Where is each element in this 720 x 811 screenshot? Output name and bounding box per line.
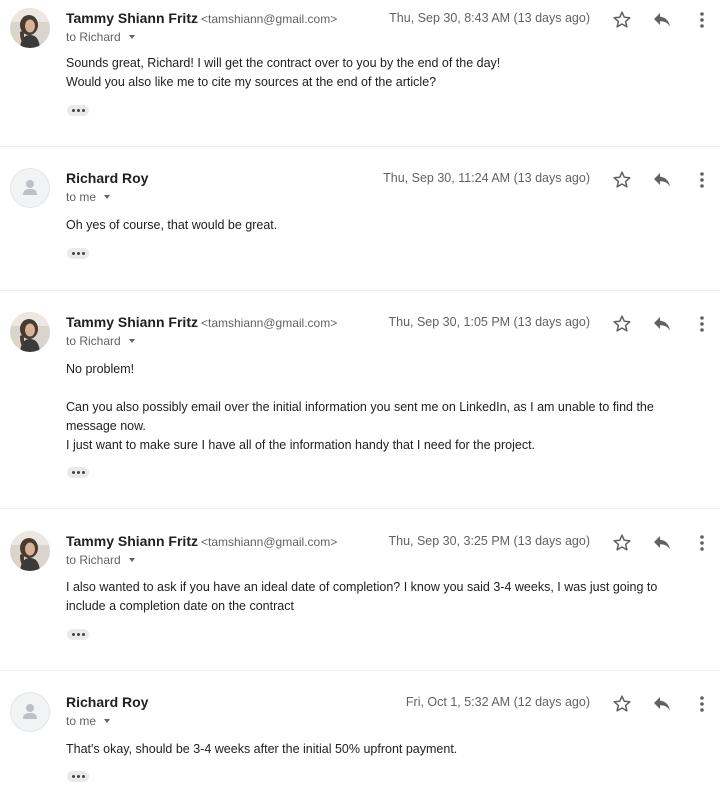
body-paragraph: No problem! <box>66 362 135 376</box>
sender-email: <tamshiann@gmail.com> <box>200 535 338 549</box>
star-icon[interactable] <box>612 314 632 334</box>
recipient-label: to me <box>66 190 97 204</box>
message-date: Thu, Sep 30, 8:43 AM (13 days ago) <box>389 11 590 25</box>
recipient-details-toggle[interactable]: to Richard <box>66 553 135 567</box>
message-body: That's okay, should be 3-4 weeks after t… <box>66 740 696 759</box>
star-icon[interactable] <box>612 533 632 553</box>
chevron-down-icon <box>104 195 111 199</box>
sender-email: <tamshiann@gmail.com> <box>200 316 338 330</box>
body-paragraph: Can you also possibly email over the ini… <box>66 400 654 433</box>
recipient-details-toggle[interactable]: to Richard <box>66 334 135 348</box>
message-body: I also wanted to ask if you have an idea… <box>66 578 696 616</box>
avatar[interactable] <box>10 312 50 352</box>
sender-name: Richard Roy <box>66 694 149 710</box>
more-vert-icon[interactable] <box>696 533 708 553</box>
recipient-details-toggle[interactable]: to me <box>66 190 111 204</box>
divider <box>0 508 720 509</box>
divider <box>0 670 720 671</box>
recipient-label: to Richard <box>66 30 121 44</box>
message-date: Thu, Sep 30, 11:24 AM (13 days ago) <box>383 171 590 185</box>
reply-icon[interactable] <box>652 535 672 551</box>
more-vert-icon[interactable] <box>696 694 708 714</box>
recipient-label: to Richard <box>66 553 121 567</box>
body-paragraph: I just want to make sure I have all of t… <box>66 438 536 452</box>
more-vert-icon[interactable] <box>696 170 708 190</box>
recipient-details-toggle[interactable]: to Richard <box>66 30 135 44</box>
body-paragraph: That's okay, should be 3-4 weeks after t… <box>66 742 458 756</box>
reply-icon[interactable] <box>652 12 672 28</box>
chevron-down-icon <box>104 719 111 723</box>
show-trimmed-content-icon[interactable] <box>67 105 89 116</box>
message-date: Fri, Oct 1, 5:32 AM (12 days ago) <box>405 695 590 709</box>
sender-name: Tammy Shiann Fritz <box>66 314 198 330</box>
sender: Tammy Shiann Fritz <tamshiann@gmail.com> <box>66 533 337 549</box>
chevron-down-icon <box>128 558 135 562</box>
show-trimmed-content-icon[interactable] <box>67 467 89 478</box>
recipient-label: to Richard <box>66 334 121 348</box>
message-body: Oh yes of course, that would be great. <box>66 216 696 235</box>
avatar[interactable] <box>10 692 50 732</box>
sender-name: Tammy Shiann Fritz <box>66 10 198 26</box>
message-date: Thu, Sep 30, 3:25 PM (13 days ago) <box>388 534 590 548</box>
sender: Richard Roy <box>66 170 148 186</box>
recipient-details-toggle[interactable]: to me <box>66 714 111 728</box>
body-paragraph: Oh yes of course, that would be great. <box>66 218 278 232</box>
divider <box>0 146 720 147</box>
message-body: No problem! Can you also possibly email … <box>66 360 696 455</box>
sender-name: Tammy Shiann Fritz <box>66 533 198 549</box>
sender-email: <tamshiann@gmail.com> <box>200 12 338 26</box>
avatar[interactable] <box>10 531 50 571</box>
reply-icon[interactable] <box>652 172 672 188</box>
reply-icon[interactable] <box>652 696 672 712</box>
chevron-down-icon <box>128 35 135 39</box>
body-paragraph: Sounds great, Richard! I will get the co… <box>66 56 501 70</box>
show-trimmed-content-icon[interactable] <box>67 771 89 782</box>
avatar[interactable] <box>10 8 50 48</box>
message-date: Thu, Sep 30, 1:05 PM (13 days ago) <box>388 315 590 329</box>
reply-icon[interactable] <box>652 316 672 332</box>
more-vert-icon[interactable] <box>696 10 708 30</box>
recipient-label: to me <box>66 714 97 728</box>
show-trimmed-content-icon[interactable] <box>67 248 89 259</box>
divider <box>0 290 720 291</box>
body-paragraph: Would you also like me to cite my source… <box>66 75 437 89</box>
star-icon[interactable] <box>612 10 632 30</box>
star-icon[interactable] <box>612 170 632 190</box>
more-vert-icon[interactable] <box>696 314 708 334</box>
sender: Tammy Shiann Fritz <tamshiann@gmail.com> <box>66 10 337 26</box>
sender-name: Richard Roy <box>66 170 149 186</box>
chevron-down-icon <box>128 339 135 343</box>
message-body: Sounds great, Richard! I will get the co… <box>66 54 696 92</box>
star-icon[interactable] <box>612 694 632 714</box>
sender: Tammy Shiann Fritz <tamshiann@gmail.com> <box>66 314 337 330</box>
avatar[interactable] <box>10 168 50 208</box>
body-paragraph: I also wanted to ask if you have an idea… <box>66 580 658 613</box>
sender: Richard Roy <box>66 694 148 710</box>
show-trimmed-content-icon[interactable] <box>67 629 89 640</box>
